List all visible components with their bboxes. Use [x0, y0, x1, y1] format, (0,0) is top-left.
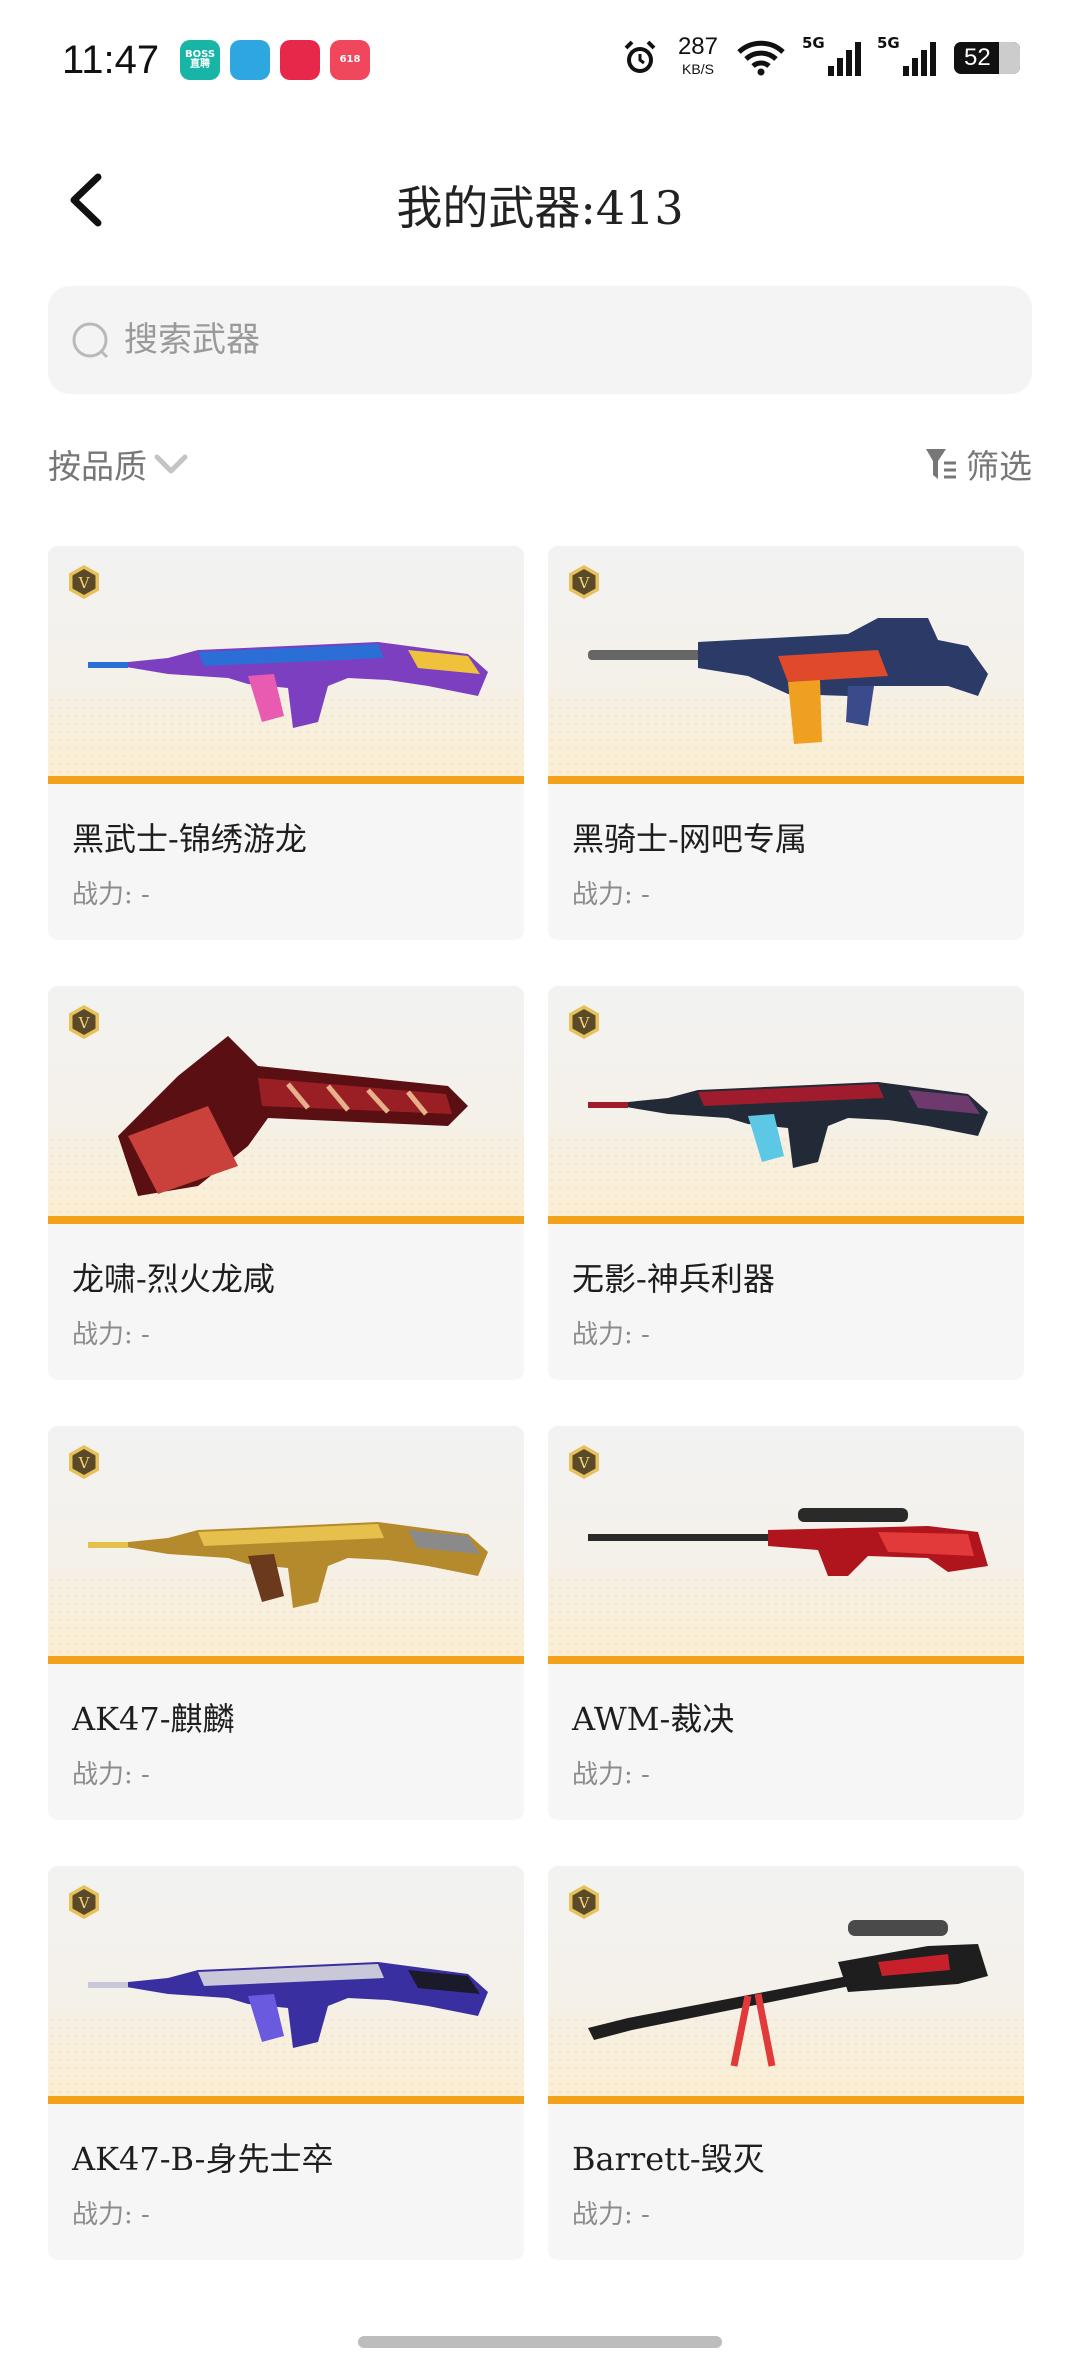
- weapon-name: 黑武士-锦绣游龙: [72, 820, 307, 858]
- cellular-signal-2-icon: 5G: [877, 34, 936, 76]
- alarm-icon: [624, 40, 656, 73]
- vip-badge-label: V: [78, 1894, 91, 1912]
- battery-icon: 52: [954, 42, 1020, 74]
- weapon-name: 龙啸-烈火龙咸: [72, 1260, 275, 1298]
- cellular-signal-1-icon: 5G: [802, 34, 861, 76]
- pinduoduo-app-icon: [280, 40, 320, 80]
- vip-badge-label: V: [78, 1014, 91, 1032]
- weapon-card[interactable]: V AK47-B-身先士卒战力: -: [48, 1866, 524, 2260]
- vip-badge-icon: V: [569, 565, 599, 599]
- search-input[interactable]: [122, 319, 1006, 361]
- signal-2-tag: 5G: [877, 34, 900, 52]
- weapon-name: AWM-裁决: [572, 1700, 735, 1738]
- vip-badge-icon: V: [569, 1445, 599, 1479]
- weapon-image-panel: V: [48, 1866, 524, 2104]
- vip-badge-icon: V: [69, 565, 99, 599]
- boss-app-icon-label: BOSS直聘: [184, 49, 216, 70]
- weapon-power: 战力: -: [572, 1760, 650, 1790]
- network-speed-unit: KB/S: [682, 61, 714, 77]
- home-indicator[interactable]: [358, 2336, 722, 2348]
- weapon-card[interactable]: V 龙啸-烈火龙咸战力: -: [48, 986, 524, 1380]
- weapon-card[interactable]: V AK47-麒麟战力: -: [48, 1426, 524, 1820]
- weapon-power: 战力: -: [72, 1760, 150, 1790]
- tmall-618-app-icon-label: 618: [339, 54, 361, 65]
- weapon-card[interactable]: V Barrett-毁灭战力: -: [548, 1866, 1024, 2260]
- vip-badge-icon: V: [69, 1885, 99, 1919]
- sort-label: 按品质: [48, 447, 147, 486]
- weapon-artwork: [88, 1522, 488, 1608]
- vip-badge-label: V: [578, 1014, 591, 1032]
- signal-1-tag: 5G: [802, 34, 825, 52]
- filter-button[interactable]: 筛选: [924, 440, 1032, 488]
- vip-badge-label: V: [78, 1454, 91, 1472]
- weapon-power: 战力: -: [72, 2200, 150, 2230]
- network-speed: 287 KB/S: [677, 33, 718, 80]
- status-indicators: 287 KB/S 5G 5G 52: [620, 33, 1020, 80]
- weapon-card[interactable]: V 黑骑士-网吧专属战力: -: [548, 546, 1024, 940]
- weapon-image-panel: V: [548, 1426, 1024, 1664]
- battery-level: 52: [964, 44, 991, 71]
- weapon-artwork: [588, 1082, 988, 1168]
- network-speed-value: 287: [677, 33, 718, 60]
- weapon-name: Barrett-毁灭: [572, 2140, 765, 2178]
- weapon-artwork: [118, 1036, 468, 1196]
- search-bar[interactable]: [48, 286, 1032, 394]
- vip-badge-label: V: [78, 574, 91, 592]
- vip-badge-icon: V: [569, 1885, 599, 1919]
- weapon-name: 黑骑士-网吧专属: [572, 820, 807, 858]
- wifi-icon: [737, 40, 785, 76]
- filter-label: 筛选: [966, 447, 1032, 486]
- weapon-image-panel: V: [548, 1866, 1024, 2104]
- weapon-name: AK47-麒麟: [72, 1700, 235, 1738]
- weapon-image-panel: V: [48, 1426, 524, 1664]
- tmall-618-app-icon: 618: [330, 40, 370, 80]
- weapon-card[interactable]: V AWM-裁决战力: -: [548, 1426, 1024, 1820]
- boss-app-icon: BOSS直聘: [180, 40, 220, 80]
- weapon-artwork: [588, 1508, 988, 1576]
- weapon-image-panel: V: [48, 986, 524, 1224]
- search-icon: [70, 320, 110, 360]
- weapon-card[interactable]: V 黑武士-锦绣游龙战力: -: [48, 546, 524, 940]
- vip-badge-label: V: [578, 574, 591, 592]
- weapon-power: 战力: -: [72, 1320, 150, 1350]
- weapon-power: 战力: -: [72, 880, 150, 910]
- vip-badge-icon: V: [569, 1005, 599, 1039]
- vip-badge-icon: V: [69, 1005, 99, 1039]
- weapon-image-panel: V: [548, 986, 1024, 1224]
- weapon-artwork: [88, 1962, 488, 2048]
- status-bar: 11:47 BOSS直聘 618 287 KB/S 5G 5G 52: [0, 0, 1080, 130]
- sort-by-quality-dropdown[interactable]: 按品质: [48, 440, 189, 488]
- filter-funnel-icon: [926, 449, 956, 479]
- weapon-artwork: [588, 618, 988, 744]
- page-title: 我的武器:413: [396, 181, 684, 235]
- notification-app-icons: BOSS直聘 618: [180, 40, 370, 80]
- telegram-app-icon: [230, 40, 270, 80]
- clock: 11:47: [62, 38, 160, 82]
- weapon-power: 战力: -: [572, 2200, 650, 2230]
- weapon-grid: V 黑武士-锦绣游龙 战力: - V 黑骑士-网吧专属 战力: - V 龙啸-烈火龙咸 战力: …: [48, 546, 1032, 2260]
- vip-badge-label: V: [578, 1454, 591, 1472]
- vip-badge-icon: V: [69, 1445, 99, 1479]
- weapon-artwork: [588, 1920, 988, 2067]
- weapon-card[interactable]: V 无影-神兵利器战力: -: [548, 986, 1024, 1380]
- vip-badge-label: V: [578, 1894, 591, 1912]
- weapon-power: 战力: -: [572, 880, 650, 910]
- weapon-name: AK47-B-身先士卒: [72, 2140, 334, 2178]
- weapon-name: 无影-神兵利器: [572, 1260, 775, 1298]
- weapon-image-panel: V: [548, 546, 1024, 784]
- weapon-artwork: [88, 642, 488, 728]
- weapon-image-panel: V: [48, 546, 524, 784]
- weapon-power: 战力: -: [572, 1320, 650, 1350]
- chevron-down-icon: [154, 454, 188, 474]
